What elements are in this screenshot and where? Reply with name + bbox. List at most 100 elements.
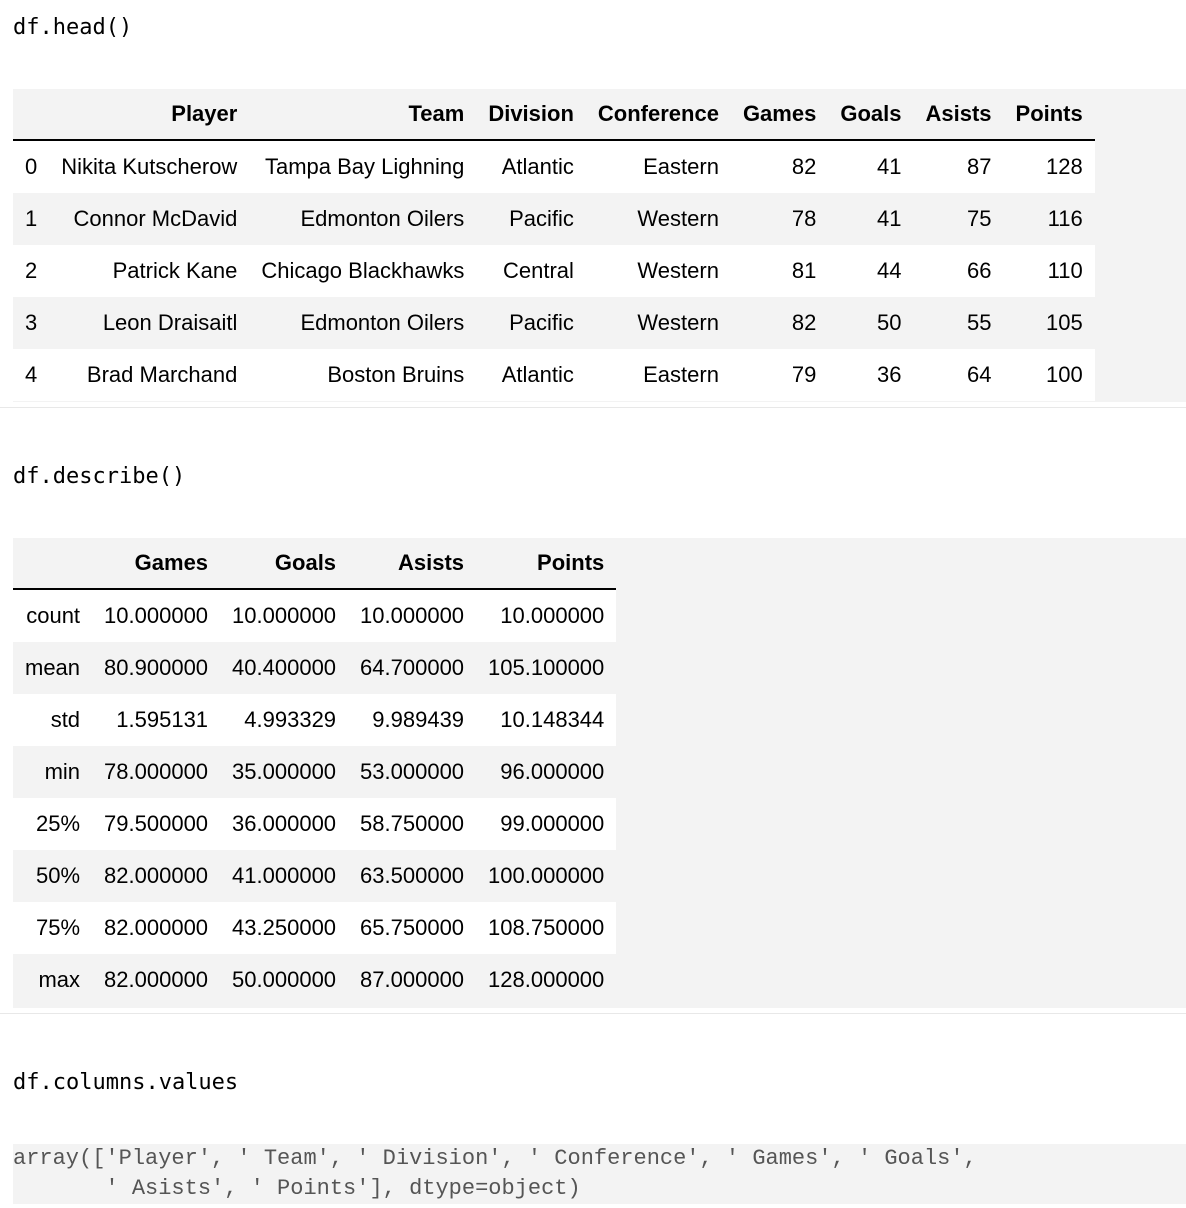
table-header-row: Player Team Division Conference Games Go… [13,89,1095,141]
row-index: std [50,707,81,732]
table-cell: 99.000000 [500,811,605,836]
code-cell-head[interactable]: df.head() [13,14,132,42]
table-cell: Boston Bruins [327,362,465,387]
code-cell-describe[interactable]: df.describe() [13,463,185,491]
table-cell: 41 [876,154,902,179]
table-cell: 64 [967,362,992,387]
row-index: min [44,759,81,784]
table-cell: 96.000000 [500,759,605,784]
row-index: 75% [36,915,81,940]
head-dataframe-table: Player Team Division Conference Games Go… [13,89,1095,401]
table-cell: Patrick Kane [112,258,238,283]
table-cell: Connor McDavid [73,206,238,231]
table-row: 4 Brad Marchand Boston Bruins Atlantic E… [13,349,1095,401]
table-cell: Eastern [643,362,719,387]
table-cell: 40.400000 [232,655,337,680]
column-header-points: Points [1003,89,1095,141]
table-cell: Edmonton Oilers [300,310,465,335]
table-cell: 82.000000 [104,967,209,992]
row-index: max [38,967,81,992]
table-cell: 82.000000 [104,915,209,940]
table-cell: 50.000000 [232,967,337,992]
column-header-asists: Asists [913,89,1004,141]
table-cell: 78.000000 [104,759,209,784]
table-cell: 87.000000 [360,967,465,992]
table-row: max 82.000000 50.000000 87.000000 128.00… [13,954,617,1006]
table-cell: Nikita Kutscherow [61,154,238,179]
table-cell: 35.000000 [232,759,337,784]
table-cell: 82.000000 [104,863,209,888]
table-cell: Western [637,206,719,231]
table-cell: 10.000000 [104,603,209,628]
table-cell: 10.000000 [232,603,337,628]
table-cell: 63.500000 [360,863,465,888]
table-cell: 10.148344 [500,707,605,732]
row-index: 0 [25,154,38,179]
table-row: 2 Patrick Kane Chicago Blackhawks Centra… [13,245,1095,297]
column-header-team: Team [249,89,477,141]
column-header-asists: Asists [348,538,477,590]
row-index: 2 [25,258,38,283]
row-index: 50% [36,863,81,888]
table-cell: 105.100000 [488,655,605,680]
table-cell: 128.000000 [488,967,605,992]
table-cell: 41 [876,206,902,231]
table-cell: 58.750000 [360,811,465,836]
table-cell: Chicago Blackhawks [261,258,465,283]
table-cell: 82 [791,310,817,335]
table-row: 0 Nikita Kutscherow Tampa Bay Lighning A… [13,140,1095,193]
table-cell: Atlantic [501,154,574,179]
table-cell: 65.750000 [360,915,465,940]
table-cell: 82 [791,154,817,179]
table-cell: Pacific [509,206,574,231]
table-cell: 79.500000 [104,811,209,836]
table-cell: 66 [967,258,992,283]
table-cell: Atlantic [501,362,574,387]
table-cell: 4.993329 [244,707,337,732]
column-header-games: Games [92,538,221,590]
table-cell: 9.989439 [372,707,465,732]
table-cell: 116 [1047,206,1083,231]
table-row: mean 80.900000 40.400000 64.700000 105.1… [13,642,617,694]
code-cell-columns[interactable]: df.columns.values [13,1069,238,1097]
table-cell: 78 [791,206,817,231]
index-header [13,538,93,590]
table-row: 25% 79.500000 36.000000 58.750000 99.000… [13,798,617,850]
table-cell: 36.000000 [232,811,337,836]
table-cell: 81 [791,258,817,283]
column-header-games: Games [730,89,829,141]
table-cell: 10.000000 [500,603,605,628]
describe-dataframe-table: Games Goals Asists Points count 10.00000… [13,538,617,1006]
row-index: 1 [25,206,38,231]
table-row: 1 Connor McDavid Edmonton Oilers Pacific… [13,193,1095,245]
table-cell: 43.250000 [232,915,337,940]
table-row: 50% 82.000000 41.000000 63.500000 100.00… [13,850,617,902]
table-cell: Brad Marchand [86,362,238,387]
table-cell: 100 [1046,362,1083,387]
table-cell: 110 [1047,258,1083,283]
row-index: 3 [25,310,38,335]
row-index: 4 [25,362,38,387]
columns-output-line: ' Asists', ' Points'], dtype=object) [13,1176,581,1201]
table-cell: Tampa Bay Lighning [264,154,465,179]
table-cell: 53.000000 [360,759,465,784]
table-cell: 36 [876,362,902,387]
column-header-goals: Goals [828,89,914,141]
column-header-player: Player [49,89,250,141]
table-cell: 100.000000 [488,863,605,888]
table-cell: Western [637,258,719,283]
table-cell: 1.595131 [116,707,209,732]
table-row: 3 Leon Draisaitl Edmonton Oilers Pacific… [13,297,1095,349]
table-cell: 64.700000 [360,655,465,680]
table-row: 75% 82.000000 43.250000 65.750000 108.75… [13,902,617,954]
table-cell: 75 [967,206,992,231]
table-cell: 41.000000 [232,863,337,888]
table-row: count 10.000000 10.000000 10.000000 10.0… [13,589,617,642]
index-header [13,89,50,141]
row-index: count [26,603,81,628]
column-header-division: Division [476,89,586,141]
table-cell: 87 [967,154,992,179]
table-cell: 55 [967,310,992,335]
column-header-goals: Goals [220,538,349,590]
cell-divider [0,1013,1186,1014]
